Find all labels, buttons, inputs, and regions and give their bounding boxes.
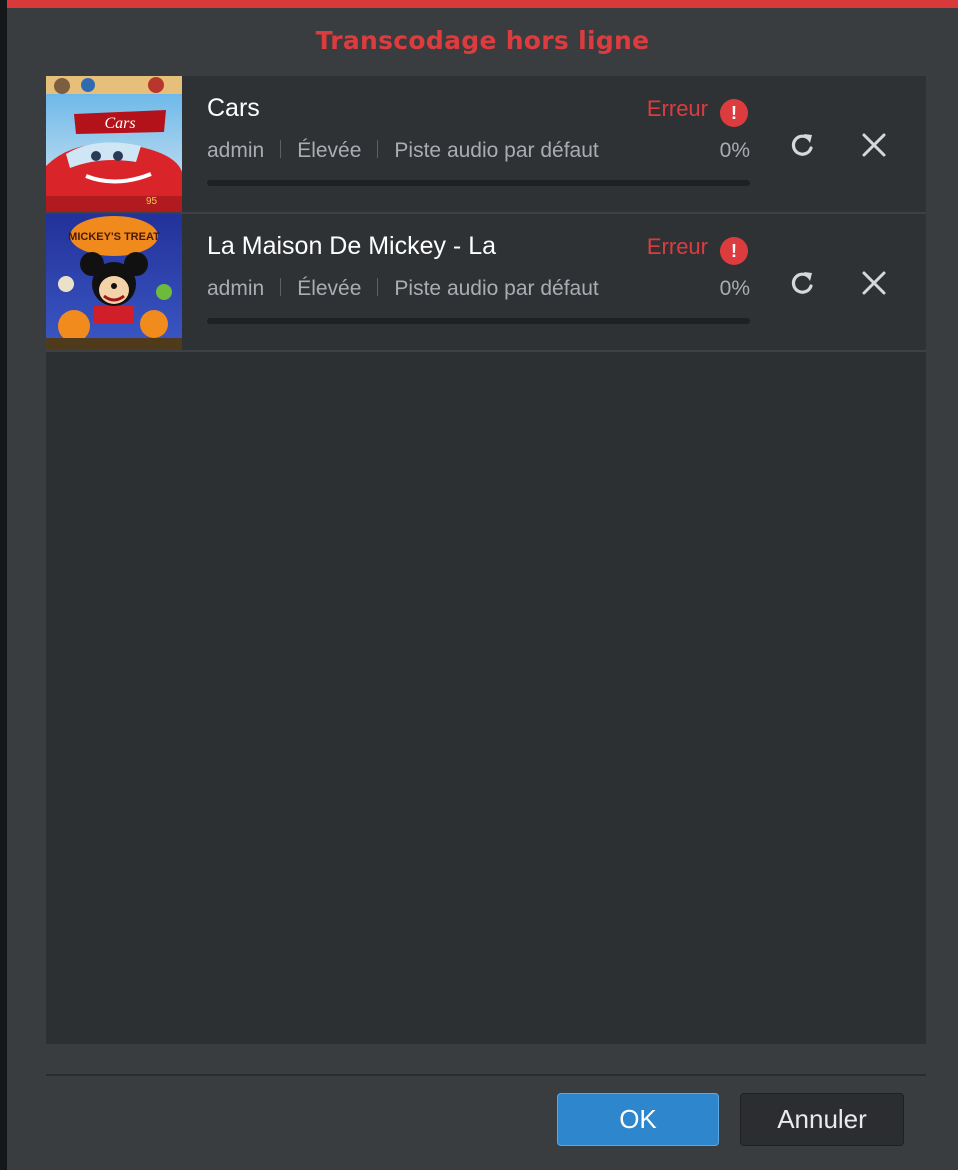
progress-bar (207, 180, 750, 186)
separator (280, 140, 282, 159)
item-audio-track: Piste audio par défaut (394, 277, 599, 300)
item-title: Cars (207, 94, 260, 122)
item-title: La Maison De Mickey - La (207, 232, 497, 260)
list-item[interactable]: MICKEY'S TREAT La Maison De Mickey - La (46, 214, 926, 352)
item-user: admin (207, 139, 265, 162)
remove-button[interactable] (857, 266, 891, 300)
progress-percent: 0% (719, 139, 750, 162)
dialog-title: Transcodage hors ligne (315, 26, 650, 55)
error-icon: ! (720, 99, 748, 127)
item-thumbnail: Cars 95 (46, 76, 182, 212)
separator (377, 140, 379, 159)
refresh-icon (791, 272, 813, 294)
item-priority: Élevée (297, 139, 362, 162)
close-icon (862, 271, 886, 295)
item-meta: admin Élevée Piste audio par défaut (207, 139, 599, 163)
status-label: Erreur (646, 234, 708, 259)
close-icon (862, 133, 886, 157)
transcode-list[interactable]: Cars 95 Cars admin Élevée Piste audio par … (46, 76, 926, 1044)
cars-poster-image: Cars 95 (46, 76, 182, 212)
status-label: Erreur (646, 96, 708, 121)
svg-text:Cars: Cars (104, 115, 135, 132)
mickey-poster-image: MICKEY'S TREAT (46, 214, 182, 350)
retry-button[interactable] (785, 128, 819, 162)
progress-bar (207, 318, 750, 324)
footer-divider (46, 1074, 926, 1076)
separator (280, 278, 282, 297)
item-priority: Élevée (297, 277, 362, 300)
offline-transcoding-dialog: Transcodage hors ligne Cars 95 Cars admi… (7, 0, 958, 1170)
item-meta: admin Élevée Piste audio par défaut (207, 277, 599, 301)
background-edge (0, 0, 7, 1170)
item-user: admin (207, 277, 265, 300)
retry-button[interactable] (785, 266, 819, 300)
error-icon: ! (720, 237, 748, 265)
item-thumbnail: MICKEY'S TREAT (46, 214, 182, 350)
svg-text:MICKEY'S TREAT: MICKEY'S TREAT (68, 231, 160, 243)
svg-text:95: 95 (146, 196, 158, 207)
separator (377, 278, 379, 297)
refresh-icon (791, 134, 813, 156)
progress-percent: 0% (719, 277, 750, 300)
ok-button[interactable]: OK (557, 1093, 719, 1146)
item-audio-track: Piste audio par défaut (394, 139, 599, 162)
remove-button[interactable] (857, 128, 891, 162)
cancel-button[interactable]: Annuler (740, 1093, 904, 1146)
list-item[interactable]: Cars 95 Cars admin Élevée Piste audio par … (46, 76, 926, 214)
